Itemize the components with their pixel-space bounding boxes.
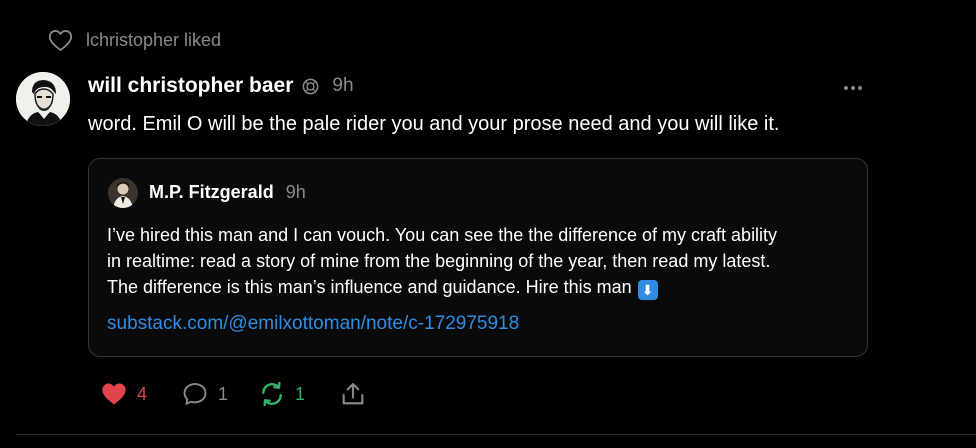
post-timestamp: 9h [332, 75, 354, 96]
note-feed-item: lchristopher liked will christopher baer… [0, 0, 976, 448]
badge-icon [303, 78, 319, 94]
share-icon [342, 383, 364, 405]
author-avatar[interactable] [16, 72, 70, 126]
more-options-button[interactable] [838, 78, 868, 98]
like-button[interactable]: 4 [100, 380, 147, 408]
quote-body-text: I’ve hired this man and I can vouch. You… [107, 222, 857, 300]
quote-line: in realtime: read a story of mine from t… [107, 251, 771, 271]
share-button[interactable] [339, 380, 367, 408]
down-arrow-emoji: ⬇ [637, 280, 658, 300]
heart-outline-icon [48, 30, 73, 51]
more-horizontal-icon [844, 86, 848, 90]
quote-line: The difference is this man’s influence a… [107, 274, 857, 300]
divider [16, 434, 976, 435]
quote-header: M.P. Fitzgerald 9h [149, 182, 306, 203]
comment-icon [183, 383, 207, 405]
heart-filled-icon [102, 383, 126, 405]
author-name[interactable]: will christopher baer [88, 74, 293, 98]
quoted-note-card[interactable]: M.P. Fitzgerald 9h I’ve hired this man a… [88, 158, 868, 357]
post-body-text: word. Emil O will be the pale rider you … [88, 113, 780, 135]
restack-icon [262, 381, 282, 407]
action-bar: 4 1 1 [100, 380, 367, 408]
post-header: will christopher baer 9h [88, 74, 354, 98]
liked-by-row: lchristopher liked [47, 27, 221, 54]
quote-timestamp: 9h [285, 182, 306, 202]
quote-author-avatar[interactable] [108, 178, 138, 208]
comment-count: 1 [218, 383, 229, 404]
comment-button[interactable]: 1 [181, 380, 228, 408]
restack-button[interactable]: 1 [258, 380, 305, 408]
like-count: 4 [137, 383, 148, 404]
restack-count: 1 [295, 383, 306, 404]
quote-author-name[interactable]: M.P. Fitzgerald [149, 182, 274, 203]
quote-line: I’ve hired this man and I can vouch. You… [107, 225, 778, 245]
quote-link[interactable]: substack.com/@emilxottoman/note/c-172975… [107, 313, 519, 335]
liked-by-text: lchristopher liked [86, 30, 222, 50]
